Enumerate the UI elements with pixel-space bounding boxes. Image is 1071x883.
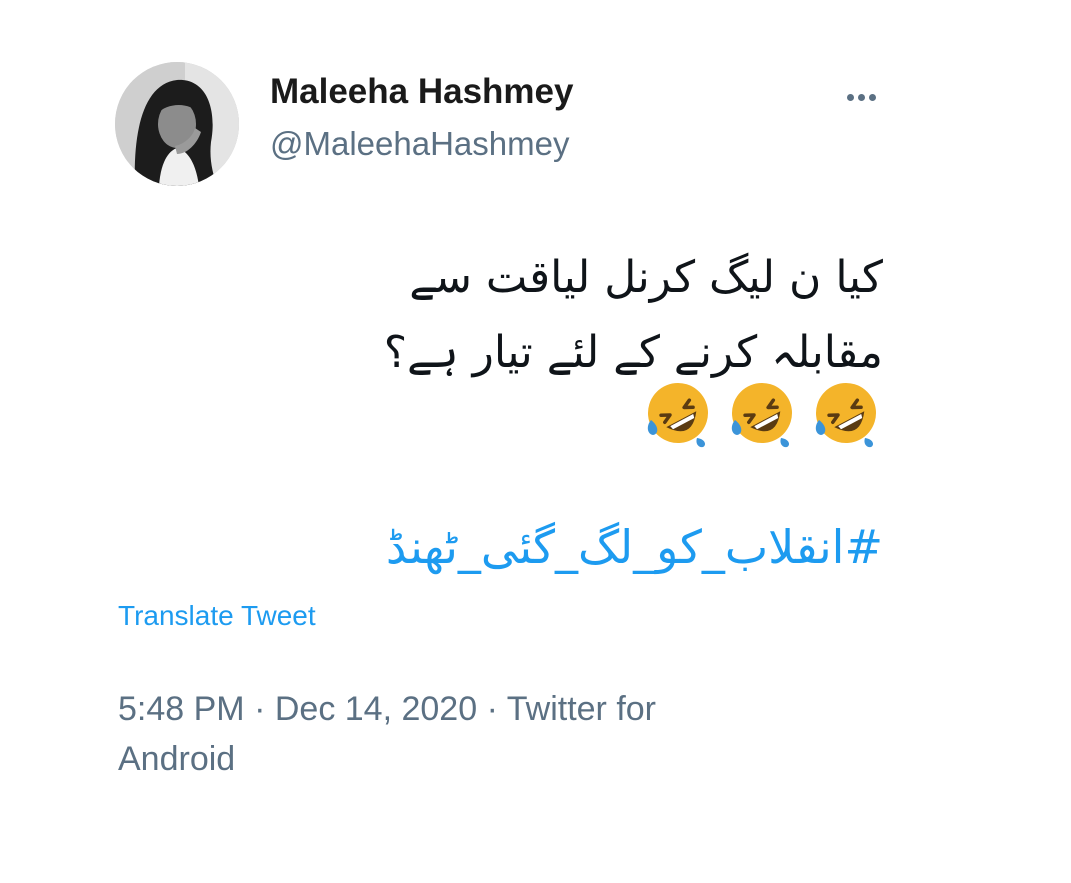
avatar[interactable] xyxy=(115,62,239,186)
rolling-on-floor-laughing-emoji xyxy=(815,383,876,448)
tweet-date[interactable]: Dec 14, 2020 xyxy=(275,690,477,728)
author-handle[interactable]: @MaleehaHashmey xyxy=(270,125,569,163)
meta-separator: · xyxy=(254,690,266,728)
more-options-button[interactable] xyxy=(835,80,887,114)
translate-tweet-link[interactable]: Translate Tweet xyxy=(118,600,316,632)
tweet-text-line: کیا ن لیگ کرنل لیاقت سے xyxy=(409,252,883,303)
tweet-source-line: Android xyxy=(118,740,236,778)
avatar-photo xyxy=(115,62,239,186)
tweet-time[interactable]: 5:48 PM xyxy=(118,690,245,728)
tweet-source-line: Twitter for xyxy=(506,690,656,728)
tweet-meta: 5:48 PM · Dec 14, 2020 · Twitter for Andr… xyxy=(118,684,778,784)
rolling-on-floor-laughing-emoji xyxy=(647,383,708,448)
tweet-card: Maleeha Hashmey @MaleehaHashmey کیا ن لی… xyxy=(0,0,1071,883)
author-display-name[interactable]: Maleeha Hashmey xyxy=(270,72,573,112)
meta-separator: · xyxy=(486,690,498,728)
more-dots-icon xyxy=(845,88,878,106)
tweet-text: کیا ن لیگ کرنل لیاقت سے مقابلہ کرنے کے ل… xyxy=(123,240,883,390)
emoji-row xyxy=(643,378,881,448)
hashtag-link[interactable]: #انقلاب_کو_لگ_گئی_ٹھنڈ xyxy=(386,520,883,574)
rolling-on-floor-laughing-emoji xyxy=(731,383,792,448)
